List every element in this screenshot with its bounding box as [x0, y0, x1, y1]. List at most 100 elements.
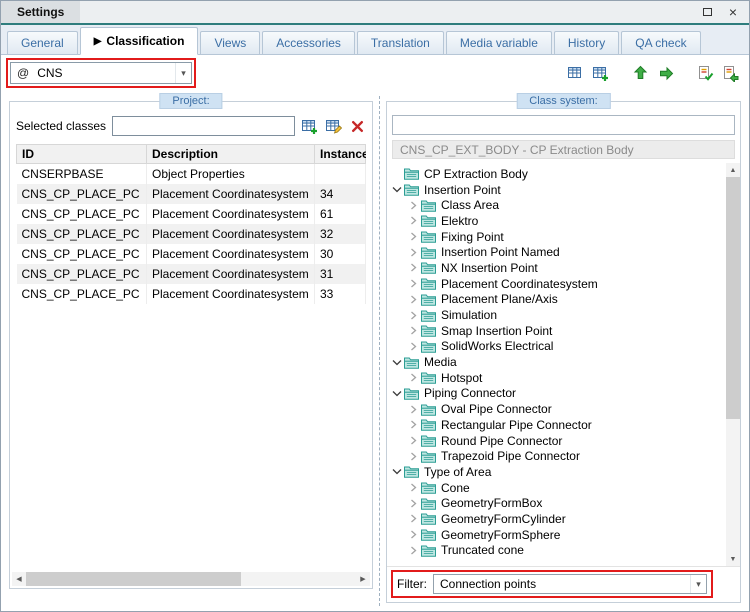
filter-combo[interactable]: Connection points ▾ — [433, 574, 707, 594]
tab-label: QA check — [635, 36, 687, 50]
tree-item[interactable]: GeometryFormCylinder — [387, 511, 726, 527]
scrollbar-thumb[interactable] — [726, 177, 740, 419]
expand-icon[interactable] — [406, 452, 421, 461]
expand-icon[interactable] — [406, 405, 421, 414]
tab-classification[interactable]: ▶ Classification — [79, 27, 199, 55]
chevron-down-icon[interactable]: ▾ — [175, 63, 191, 83]
horizontal-scrollbar[interactable]: ◀ ▶ — [12, 572, 370, 586]
tree-item[interactable]: CP Extraction Body — [387, 166, 726, 182]
tree-item[interactable]: Placement Plane/Axis — [387, 292, 726, 308]
column-header[interactable]: Instance — [314, 144, 366, 164]
expand-icon[interactable] — [406, 436, 421, 445]
new-class-table-icon[interactable] — [566, 64, 584, 82]
tree-item-label: Cone — [441, 480, 470, 495]
import-classes-icon[interactable] — [631, 64, 649, 82]
table-row[interactable]: CNS_CP_PLACE_PC Placement Coordinatesyste… — [16, 263, 366, 284]
tab-general[interactable]: General — [7, 31, 78, 54]
tree-item[interactable]: Smap Insertion Point — [387, 323, 726, 339]
tree-item[interactable]: SolidWorks Electrical — [387, 339, 726, 355]
collapse-icon[interactable] — [389, 389, 404, 398]
expand-icon[interactable] — [406, 546, 421, 555]
expand-icon[interactable] — [406, 248, 421, 257]
table-row[interactable]: CNS_CP_PLACE_PC Placement Coordinatesyste… — [16, 183, 366, 204]
chevron-down-icon[interactable]: ▾ — [690, 575, 706, 593]
tree-item-label: Placement Plane/Axis — [441, 292, 558, 307]
tree-item-label: SolidWorks Electrical — [441, 339, 554, 354]
tree-item[interactable]: Round Pipe Connector — [387, 433, 726, 449]
collapse-icon[interactable] — [389, 185, 404, 194]
scroll-right-icon[interactable]: ▶ — [356, 572, 370, 586]
expand-icon[interactable] — [406, 514, 421, 523]
tab-label: Accessories — [276, 36, 341, 50]
tree-item[interactable]: Elektro — [387, 213, 726, 229]
scrollbar-thumb[interactable] — [26, 572, 241, 586]
tree-item[interactable]: GeometryFormSphere — [387, 527, 726, 543]
expand-icon[interactable] — [406, 216, 421, 225]
table-row[interactable]: CNSERPBASE Object Properties — [16, 163, 366, 184]
tree-item[interactable]: GeometryFormBox — [387, 495, 726, 511]
tree-item[interactable]: Piping Connector — [387, 386, 726, 402]
tab-history[interactable]: History — [553, 31, 620, 54]
add-class-table-icon[interactable] — [591, 64, 609, 82]
scroll-up-icon[interactable]: ▲ — [726, 163, 740, 177]
selected-classes-input[interactable] — [112, 116, 295, 136]
scroll-left-icon[interactable]: ◀ — [12, 572, 26, 586]
tree-item[interactable]: Insertion Point Named — [387, 244, 726, 260]
expand-icon[interactable] — [406, 263, 421, 272]
add-class-icon[interactable] — [301, 118, 318, 135]
export-classes-icon[interactable] — [656, 64, 674, 82]
collapse-icon[interactable] — [389, 358, 404, 367]
expand-icon[interactable] — [406, 201, 421, 210]
maximize-button[interactable] — [700, 5, 714, 19]
expand-icon[interactable] — [406, 342, 421, 351]
expand-icon[interactable] — [406, 420, 421, 429]
verify-classes-icon[interactable] — [696, 64, 714, 82]
tree-item[interactable]: Trapezoid Pipe Connector — [387, 448, 726, 464]
column-header[interactable]: Description — [146, 144, 315, 164]
expand-icon[interactable] — [406, 311, 421, 320]
table-row[interactable]: CNS_CP_PLACE_PC Placement Coordinatesyste… — [16, 283, 366, 304]
delete-class-icon[interactable] — [349, 118, 366, 135]
tab-media-variable[interactable]: Media variable — [445, 31, 552, 54]
tree-item[interactable]: Media — [387, 354, 726, 370]
tree-item[interactable]: Class Area — [387, 197, 726, 213]
tree-item[interactable]: Placement Coordinatesystem — [387, 276, 726, 292]
table-row[interactable]: CNS_CP_PLACE_PC Placement Coordinatesyste… — [16, 203, 366, 224]
expand-icon[interactable] — [406, 499, 421, 508]
vertical-scrollbar[interactable]: ▲ ▼ — [726, 163, 740, 566]
tree-item[interactable]: Hotspot — [387, 370, 726, 386]
expand-icon[interactable] — [406, 232, 421, 241]
import-check-icon[interactable] — [721, 64, 739, 82]
tree-item[interactable]: Type of Area — [387, 464, 726, 480]
tab-translation[interactable]: Translation — [356, 31, 444, 54]
tree-item[interactable]: Oval Pipe Connector — [387, 401, 726, 417]
close-button[interactable]: × — [726, 5, 740, 19]
tree-item[interactable]: Insertion Point — [387, 182, 726, 198]
cell-description: Placement Coordinatesystem — [146, 203, 315, 224]
edit-class-icon[interactable] — [325, 118, 342, 135]
tree-item[interactable]: Rectangular Pipe Connector — [387, 417, 726, 433]
expand-icon[interactable] — [406, 483, 421, 492]
tree-item[interactable]: NX Insertion Point — [387, 260, 726, 276]
class-search-input[interactable] — [392, 115, 735, 135]
expand-icon[interactable] — [406, 279, 421, 288]
table-row[interactable]: CNS_CP_PLACE_PC Placement Coordinatesyste… — [16, 243, 366, 264]
table-row[interactable]: CNS_CP_PLACE_PC Placement Coordinatesyste… — [16, 223, 366, 244]
expand-icon[interactable] — [406, 373, 421, 382]
class-system-combo[interactable]: @ CNS ▾ — [10, 62, 192, 84]
cell-description: Placement Coordinatesystem — [146, 243, 315, 264]
column-header[interactable]: ID — [16, 144, 147, 164]
tree-item[interactable]: Cone — [387, 480, 726, 496]
collapse-icon[interactable] — [389, 467, 404, 476]
tab-qa-check[interactable]: QA check — [621, 31, 701, 54]
window-controls: × — [700, 1, 749, 23]
expand-icon[interactable] — [406, 295, 421, 304]
tree-item[interactable]: Fixing Point — [387, 229, 726, 245]
tree-item[interactable]: Truncated cone — [387, 543, 726, 559]
scroll-down-icon[interactable]: ▼ — [726, 552, 740, 566]
expand-icon[interactable] — [406, 326, 421, 335]
tree-item[interactable]: Simulation — [387, 307, 726, 323]
expand-icon[interactable] — [406, 530, 421, 539]
tab-accessories[interactable]: Accessories — [262, 31, 355, 54]
tab-views[interactable]: Views — [200, 31, 261, 54]
